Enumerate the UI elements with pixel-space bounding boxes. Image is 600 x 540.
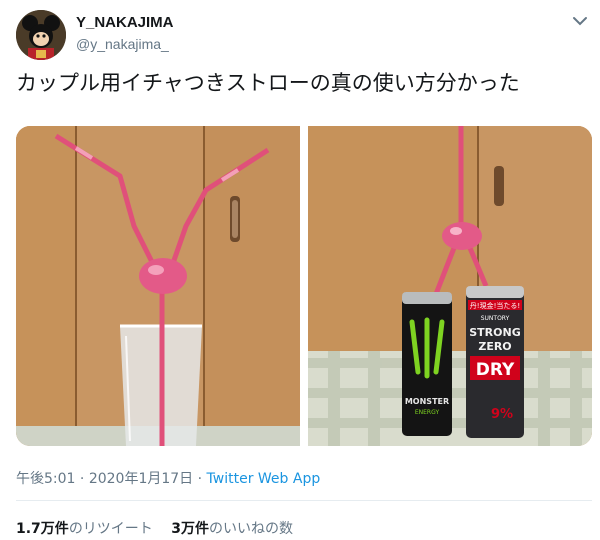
tweet-date[interactable]: 2020年1月17日 <box>89 471 193 487</box>
retweets-label: のリツイート <box>68 521 153 537</box>
divider <box>16 500 592 501</box>
tweet-media[interactable]: MONSTER ENERGY 丹!現金!当たる! SUNTORY STRONG … <box>16 126 592 446</box>
tweet-text: カップル用イチャつきストローの真の使い方分かった <box>16 71 520 95</box>
tweet-meta: 午後5:01 · 2020年1月17日 · Twitter Web App <box>16 468 320 488</box>
abv-text: 9% <box>491 407 513 422</box>
retweets-stat[interactable]: 1.7万件のリツイート <box>16 521 153 537</box>
meta-separator: · <box>75 471 89 487</box>
monster-can: MONSTER ENERGY <box>402 292 452 436</box>
user-handle[interactable]: @y_nakajima_ <box>76 36 169 52</box>
monster-brand-text: MONSTER <box>405 397 449 406</box>
monster-sub-text: ENERGY <box>415 409 440 416</box>
dry-text: DRY <box>476 360 515 380</box>
source-app-link[interactable]: Twitter Web App <box>207 471 321 487</box>
suntory-text: SUNTORY <box>481 315 510 322</box>
avatar[interactable] <box>16 10 66 60</box>
strong-text: STRONG <box>469 326 520 339</box>
display-name[interactable]: Y_NAKAJIMA <box>76 14 174 31</box>
photo-right[interactable]: MONSTER ENERGY 丹!現金!当たる! SUNTORY STRONG … <box>308 126 592 446</box>
tweet-time[interactable]: 午後5:01 <box>16 471 75 487</box>
chevron-down-icon[interactable] <box>570 14 590 28</box>
meta-separator: · <box>193 471 207 487</box>
retweets-count: 1.7万件 <box>16 521 69 537</box>
mickey-avatar-icon <box>16 10 66 60</box>
likes-count: 3万件 <box>171 521 210 537</box>
likes-label: のいいねの数 <box>209 521 294 537</box>
strong-zero-can: 丹!現金!当たる! SUNTORY STRONG ZERO DRY 9% <box>466 286 524 438</box>
can-banner-text: 丹!現金!当たる! <box>470 301 520 310</box>
zero-text: ZERO <box>478 340 511 353</box>
tweet-stats: 1.7万件のリツイート 3万件のいいねの数 <box>16 518 307 538</box>
likes-stat[interactable]: 3万件のいいねの数 <box>171 521 293 537</box>
photo-left[interactable] <box>16 126 300 446</box>
